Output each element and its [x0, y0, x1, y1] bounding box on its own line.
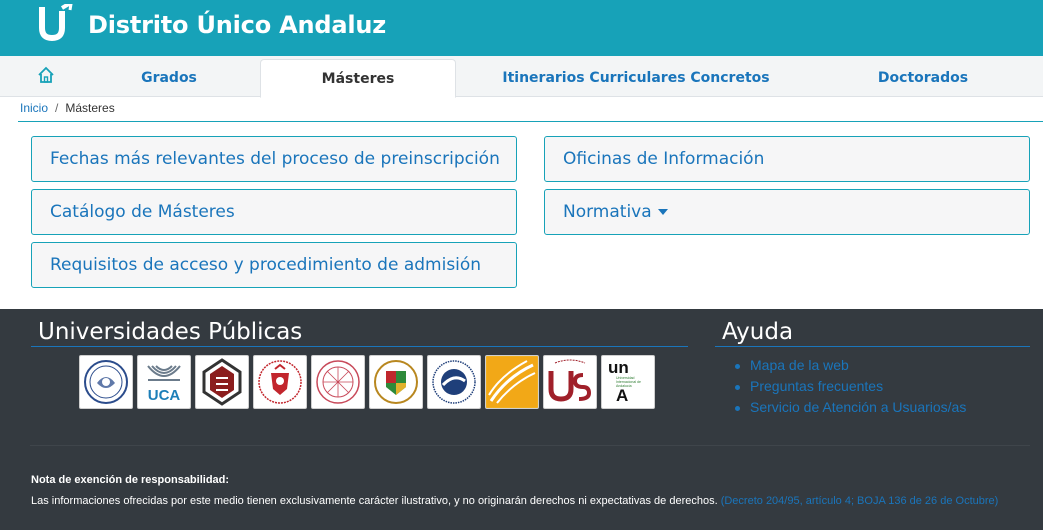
- disclaimer-title: Nota de exención de responsabilidad:: [31, 474, 230, 486]
- upo-logo-icon[interactable]: [485, 355, 539, 409]
- help-title: Ayuda: [722, 319, 794, 345]
- universities-underline: [31, 346, 688, 347]
- preguntas-frecuentes-link[interactable]: Preguntas frecuentes: [750, 378, 883, 394]
- decreto-link[interactable]: (Decreto 204/95, artículo 4; BOJA 136 de…: [721, 495, 999, 507]
- breadcrumb-current: Másteres: [65, 101, 115, 115]
- uco-logo-icon[interactable]: [195, 355, 249, 409]
- uca-logo-icon[interactable]: UCA: [137, 355, 191, 409]
- atencion-usuarios-link[interactable]: Servicio de Atención a Usuarios/as: [750, 399, 966, 415]
- tab-itinerarios[interactable]: Itinerarios Curriculares Concretos: [500, 59, 772, 97]
- caret-down-icon: [657, 209, 668, 215]
- breadcrumb-home-link[interactable]: Inicio: [20, 101, 48, 115]
- universities-title: Universidades Públicas: [38, 319, 303, 345]
- site-header: Distrito Único Andaluz: [0, 0, 1043, 56]
- main-nav: Grados Másteres Itinerarios Curriculares…: [0, 56, 1043, 98]
- fechas-button[interactable]: Fechas más relevantes del proceso de pre…: [31, 136, 517, 182]
- breadcrumb-divider: [18, 121, 1043, 122]
- unia-logo-icon[interactable]: un Universidad Internacional de Andalucí…: [601, 355, 655, 409]
- normativa-label: Normativa: [563, 202, 652, 222]
- catalogo-button[interactable]: Catálogo de Másteres: [31, 189, 517, 235]
- help-links: Mapa de la web Preguntas frecuentes Serv…: [734, 357, 966, 420]
- uhu-seal-icon[interactable]: [311, 355, 365, 409]
- footer: Universidades Públicas UCA un Universida…: [0, 309, 1043, 530]
- list-item: Preguntas frecuentes: [734, 378, 966, 399]
- us-logo-icon[interactable]: [543, 355, 597, 409]
- tab-masteres[interactable]: Másteres: [260, 59, 456, 98]
- disclaimer-text: Las informaciones ofrecidas por este med…: [31, 495, 998, 507]
- ujaen-seal-icon[interactable]: [369, 355, 423, 409]
- help-underline: [715, 346, 1030, 347]
- footer-divider: [30, 445, 1030, 446]
- list-item: Servicio de Atención a Usuarios/as: [734, 399, 966, 420]
- disclaimer-body: Las informaciones ofrecidas por este med…: [31, 495, 718, 507]
- mapa-web-link[interactable]: Mapa de la web: [750, 357, 849, 373]
- unia-logo-top-text: un: [608, 358, 629, 377]
- normativa-dropdown[interactable]: Normativa: [544, 189, 1030, 235]
- home-icon[interactable]: [36, 65, 56, 85]
- requisitos-label: Requisitos de acceso y procedimiento de …: [50, 255, 482, 275]
- tab-doctorados[interactable]: Doctorados: [840, 59, 1006, 97]
- list-item: Mapa de la web: [734, 357, 966, 378]
- fechas-label: Fechas más relevantes del proceso de pre…: [50, 149, 500, 169]
- ugr-seal-icon[interactable]: [253, 355, 307, 409]
- tab-grados[interactable]: Grados: [98, 59, 240, 97]
- breadcrumb-separator: /: [55, 101, 59, 115]
- breadcrumb: Inicio / Másteres: [20, 101, 115, 115]
- uca-logo-text: UCA: [147, 386, 181, 404]
- unia-logo-bottom-text: A: [616, 386, 629, 405]
- ual-seal-icon[interactable]: [79, 355, 133, 409]
- oficinas-label: Oficinas de Información: [563, 149, 765, 169]
- requisitos-button[interactable]: Requisitos de acceso y procedimiento de …: [31, 242, 517, 288]
- catalogo-label: Catálogo de Másteres: [50, 202, 235, 222]
- du-logo-icon[interactable]: [38, 4, 74, 42]
- uma-seal-icon[interactable]: [427, 355, 481, 409]
- site-title[interactable]: Distrito Único Andaluz: [88, 11, 386, 39]
- oficinas-button[interactable]: Oficinas de Información: [544, 136, 1030, 182]
